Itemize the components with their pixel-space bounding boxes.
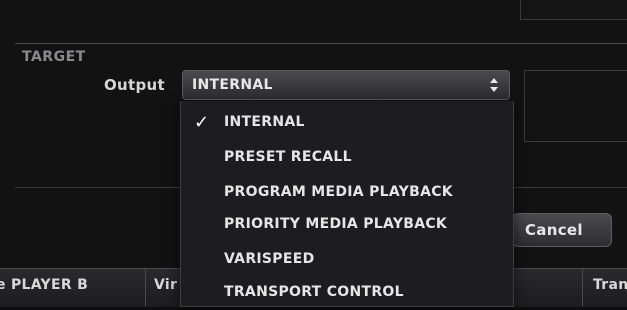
menu-item-internal[interactable]: ✓ INTERNAL xyxy=(181,107,513,140)
menu-item-label: INTERNAL xyxy=(224,114,305,130)
checkmark-icon: ✓ xyxy=(194,112,210,133)
column-header-player[interactable]: e PLAYER B xyxy=(0,277,88,293)
menu-item-label: VARISPEED xyxy=(224,251,315,267)
menu-item-label: PRIORITY MEDIA PLAYBACK xyxy=(224,216,448,232)
output-label: Output xyxy=(104,76,165,94)
dialog-panel: TARGET Output INTERNAL Cancel e PLAYER B… xyxy=(0,0,627,307)
column-header-vir[interactable]: Vir xyxy=(154,277,177,293)
column-header-tran[interactable]: Tran xyxy=(593,277,627,293)
output-select-value: INTERNAL xyxy=(192,77,273,93)
column-divider xyxy=(582,268,583,306)
right-field-box xyxy=(524,70,627,142)
cancel-button[interactable]: Cancel xyxy=(512,213,612,247)
output-select[interactable]: INTERNAL xyxy=(182,70,510,100)
menu-item-varispeed[interactable]: VARISPEED xyxy=(181,244,513,277)
menu-item-transport-control[interactable]: TRANSPORT CONTROL xyxy=(181,277,513,310)
menu-item-program-media-playback[interactable]: PROGRAM MEDIA PLAYBACK xyxy=(181,177,513,210)
section-title-target: TARGET xyxy=(22,49,86,65)
menu-item-label: TRANSPORT CONTROL xyxy=(224,284,404,300)
menu-item-preset-recall[interactable]: PRESET RECALL xyxy=(181,142,513,175)
output-dropdown-menu: ✓ INTERNAL PRESET RECALL PROGRAM MEDIA P… xyxy=(180,101,514,307)
top-right-field xyxy=(520,0,627,20)
section-divider-top xyxy=(15,43,627,44)
column-divider xyxy=(145,268,146,306)
menu-item-priority-media-playback[interactable]: PRIORITY MEDIA PLAYBACK xyxy=(181,209,513,242)
menu-item-label: PROGRAM MEDIA PLAYBACK xyxy=(224,184,453,200)
menu-item-label: PRESET RECALL xyxy=(224,149,352,165)
updown-chevron-icon xyxy=(489,77,499,93)
